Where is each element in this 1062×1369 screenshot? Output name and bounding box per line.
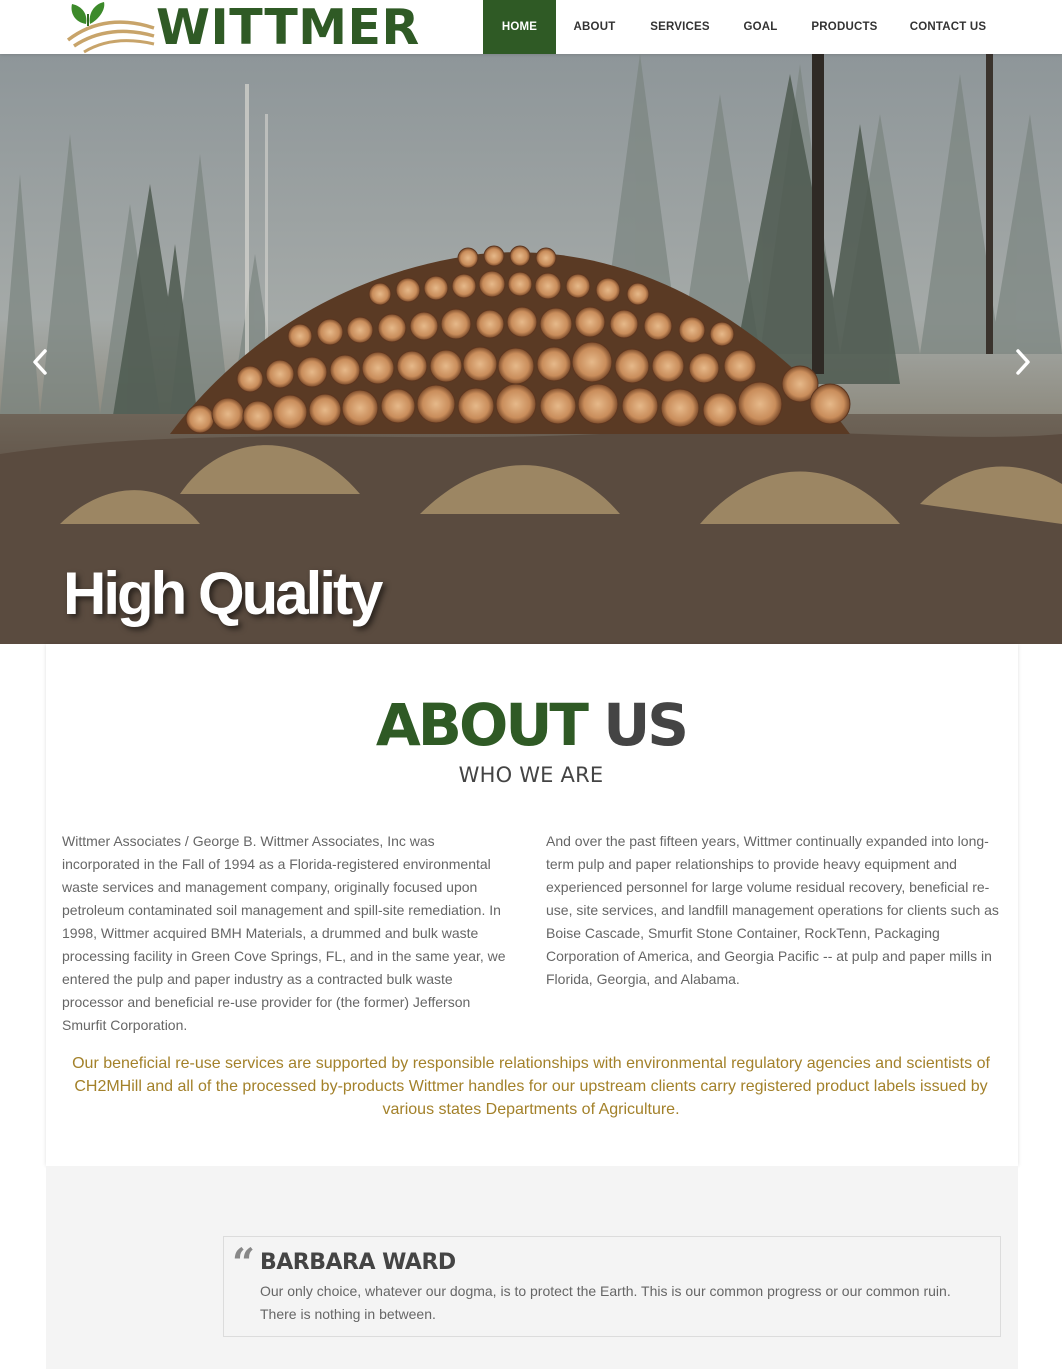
nav-goal[interactable]: GOAL xyxy=(727,0,794,54)
testimonial-text: Our only choice, whatever our dogma, is … xyxy=(260,1283,951,1322)
nav-services[interactable]: SERVICES xyxy=(633,0,727,54)
about-highlight-text: Our beneficial re-use services are suppo… xyxy=(72,1055,990,1118)
slider-next-button[interactable] xyxy=(1008,344,1038,380)
quote-icon: “ xyxy=(232,1240,256,1287)
hero-slider: High Quality xyxy=(0,54,1062,644)
about-title-dark: US xyxy=(603,691,689,759)
nav-products[interactable]: PRODUCTS xyxy=(794,0,895,54)
chevron-right-icon xyxy=(1016,349,1030,375)
hero-forest-logs-image xyxy=(0,54,1062,644)
testimonial-author: BARBARA WARD xyxy=(260,1250,456,1275)
site-header: WITTMER HOME ABOUT SERVICES GOAL PRODUCT… xyxy=(0,0,1062,54)
hero-caption: High Quality xyxy=(63,560,383,627)
slider-prev-button[interactable] xyxy=(25,344,55,380)
brand-name: WITTMER xyxy=(156,0,420,56)
leaf-logo-icon xyxy=(64,0,158,54)
about-subtitle: WHO WE ARE xyxy=(458,763,604,787)
site-logo[interactable]: WITTMER xyxy=(64,0,420,54)
nav-about[interactable]: ABOUT xyxy=(556,0,633,54)
chevron-left-icon xyxy=(33,349,47,375)
about-paragraph-right: And over the past fifteen years, Wittmer… xyxy=(546,833,999,987)
nav-contact-us[interactable]: CONTACT US xyxy=(895,0,1001,54)
about-title: ABOUT US xyxy=(0,690,1062,760)
about-paragraph-left: Wittmer Associates / George B. Wittmer A… xyxy=(62,833,506,1033)
about-title-green: ABOUT xyxy=(375,691,589,759)
nav-home[interactable]: HOME xyxy=(483,0,556,54)
main-nav: HOME ABOUT SERVICES GOAL PRODUCTS CONTAC… xyxy=(483,0,1001,54)
